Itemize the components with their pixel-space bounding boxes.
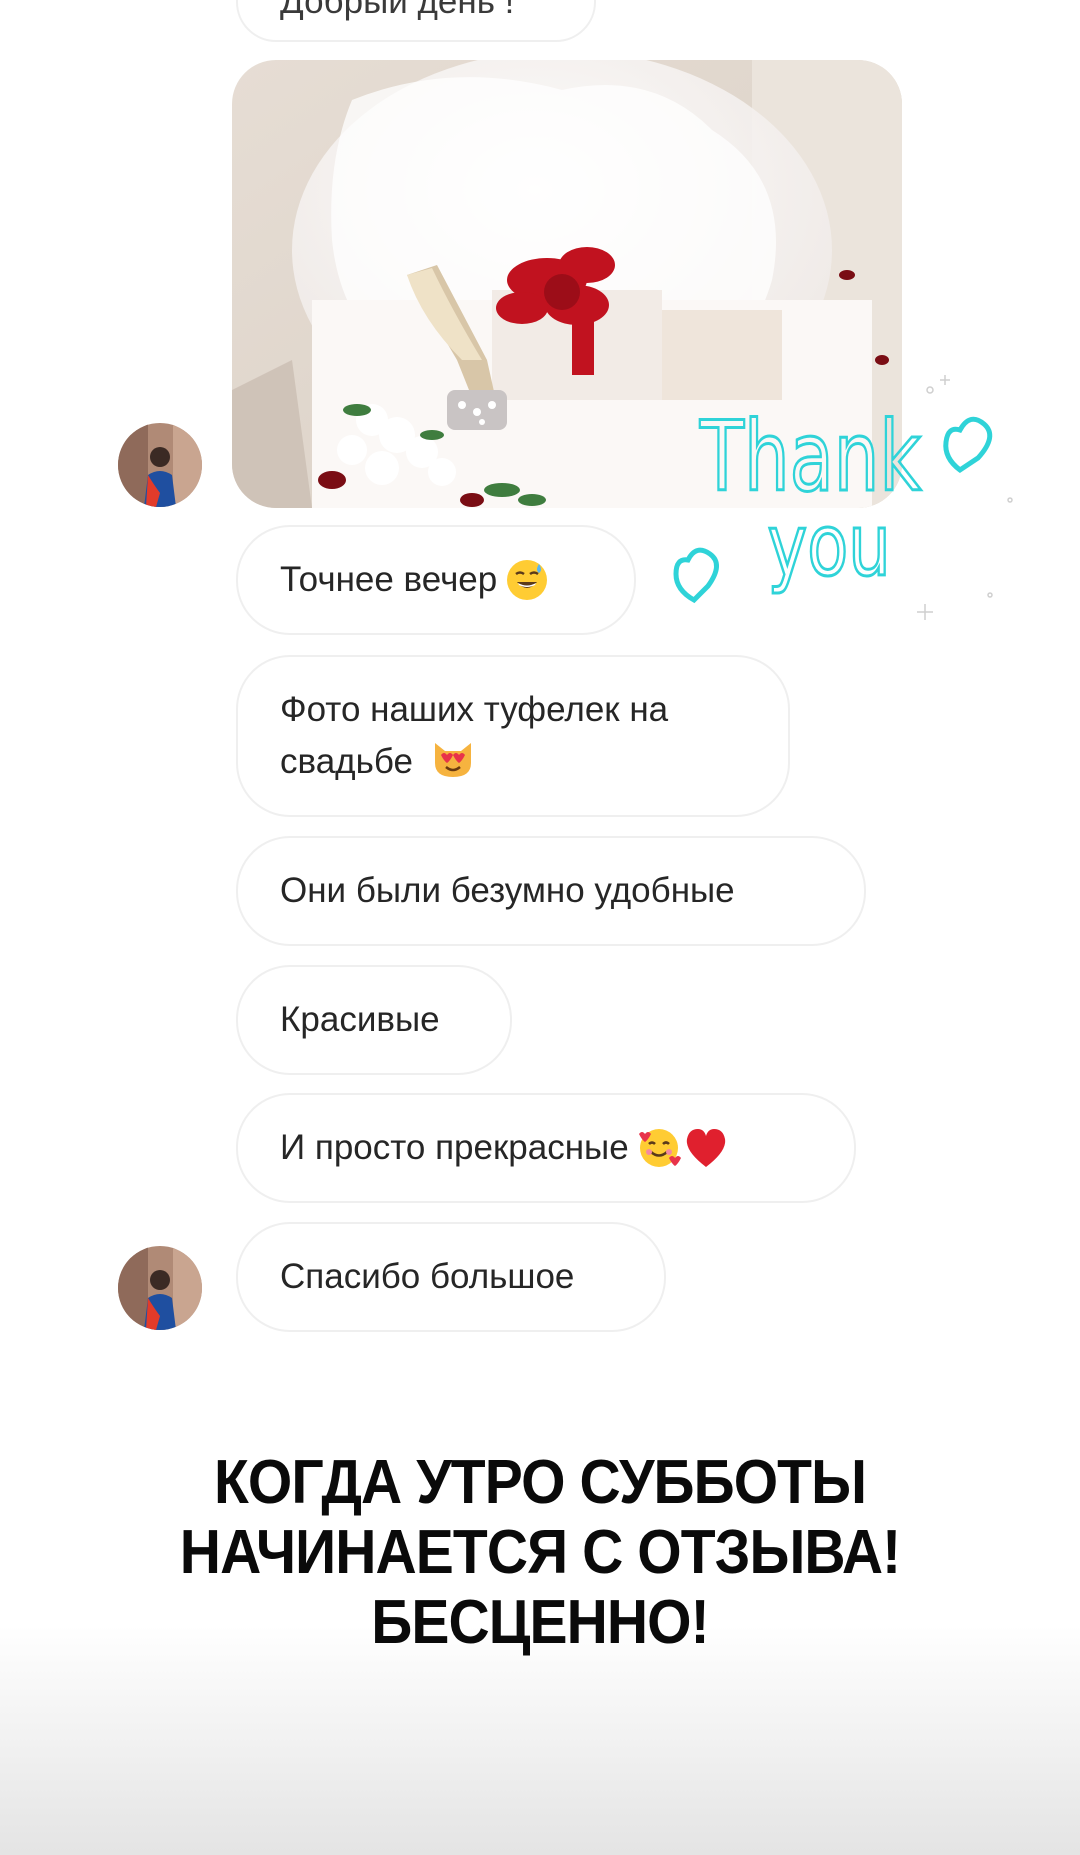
avatar-image	[118, 1246, 202, 1330]
message-bubble: Фото наших туфелек на свадьбе	[236, 655, 790, 817]
message-bubble: Красивые	[236, 965, 512, 1075]
caption-line-2: НАЧИНАЕТСЯ С ОТЗЫВА!	[179, 1518, 901, 1587]
caption-line-3: БЕСЦЕННО!	[371, 1588, 709, 1657]
heart-eyes-cat-emoji	[431, 739, 475, 779]
caption-line-1: КОГДА УТРО СУББОТЫ	[213, 1448, 867, 1517]
sender-avatar[interactable]	[118, 423, 202, 507]
thank-you-sticker-line2: you	[768, 496, 891, 596]
message-text: Красивые	[280, 1000, 440, 1039]
avatar-image	[118, 423, 202, 507]
message-text: Добрый день !	[280, 0, 515, 21]
thank-you-sticker: Thank you	[670, 360, 1050, 660]
heart-outline-icon	[943, 416, 993, 474]
message-bubble: И просто прекрасные	[236, 1093, 856, 1203]
message-bubble: Спасибо большое	[236, 1222, 666, 1332]
message-text: Спасибо большое	[280, 1257, 575, 1296]
sparkle-icon	[917, 375, 1013, 620]
message-bubble-top: Добрый день !	[236, 0, 596, 42]
grinning-sweat-emoji	[505, 558, 549, 602]
message-text: Фото наших туфелек на свадьбе	[280, 684, 746, 788]
message-bubble: Точнее вечер	[236, 525, 636, 635]
message-text: Они были безумно удобные	[280, 871, 735, 910]
heart-outline-icon	[673, 547, 719, 604]
message-bubble: Они были безумно удобные	[236, 836, 866, 946]
smiling-hearts-emoji	[637, 1126, 681, 1170]
red-heart-emoji	[683, 1127, 729, 1169]
message-text: Точнее вечер	[280, 560, 498, 599]
story-caption: КОГДА УТРО СУББОТЫ НАЧИНАЕТСЯ С ОТЗЫВА! …	[43, 1448, 1037, 1658]
bottom-fade	[0, 1625, 1080, 1855]
sender-avatar[interactable]	[118, 1246, 202, 1330]
message-text: И просто прекрасные	[280, 1128, 629, 1167]
